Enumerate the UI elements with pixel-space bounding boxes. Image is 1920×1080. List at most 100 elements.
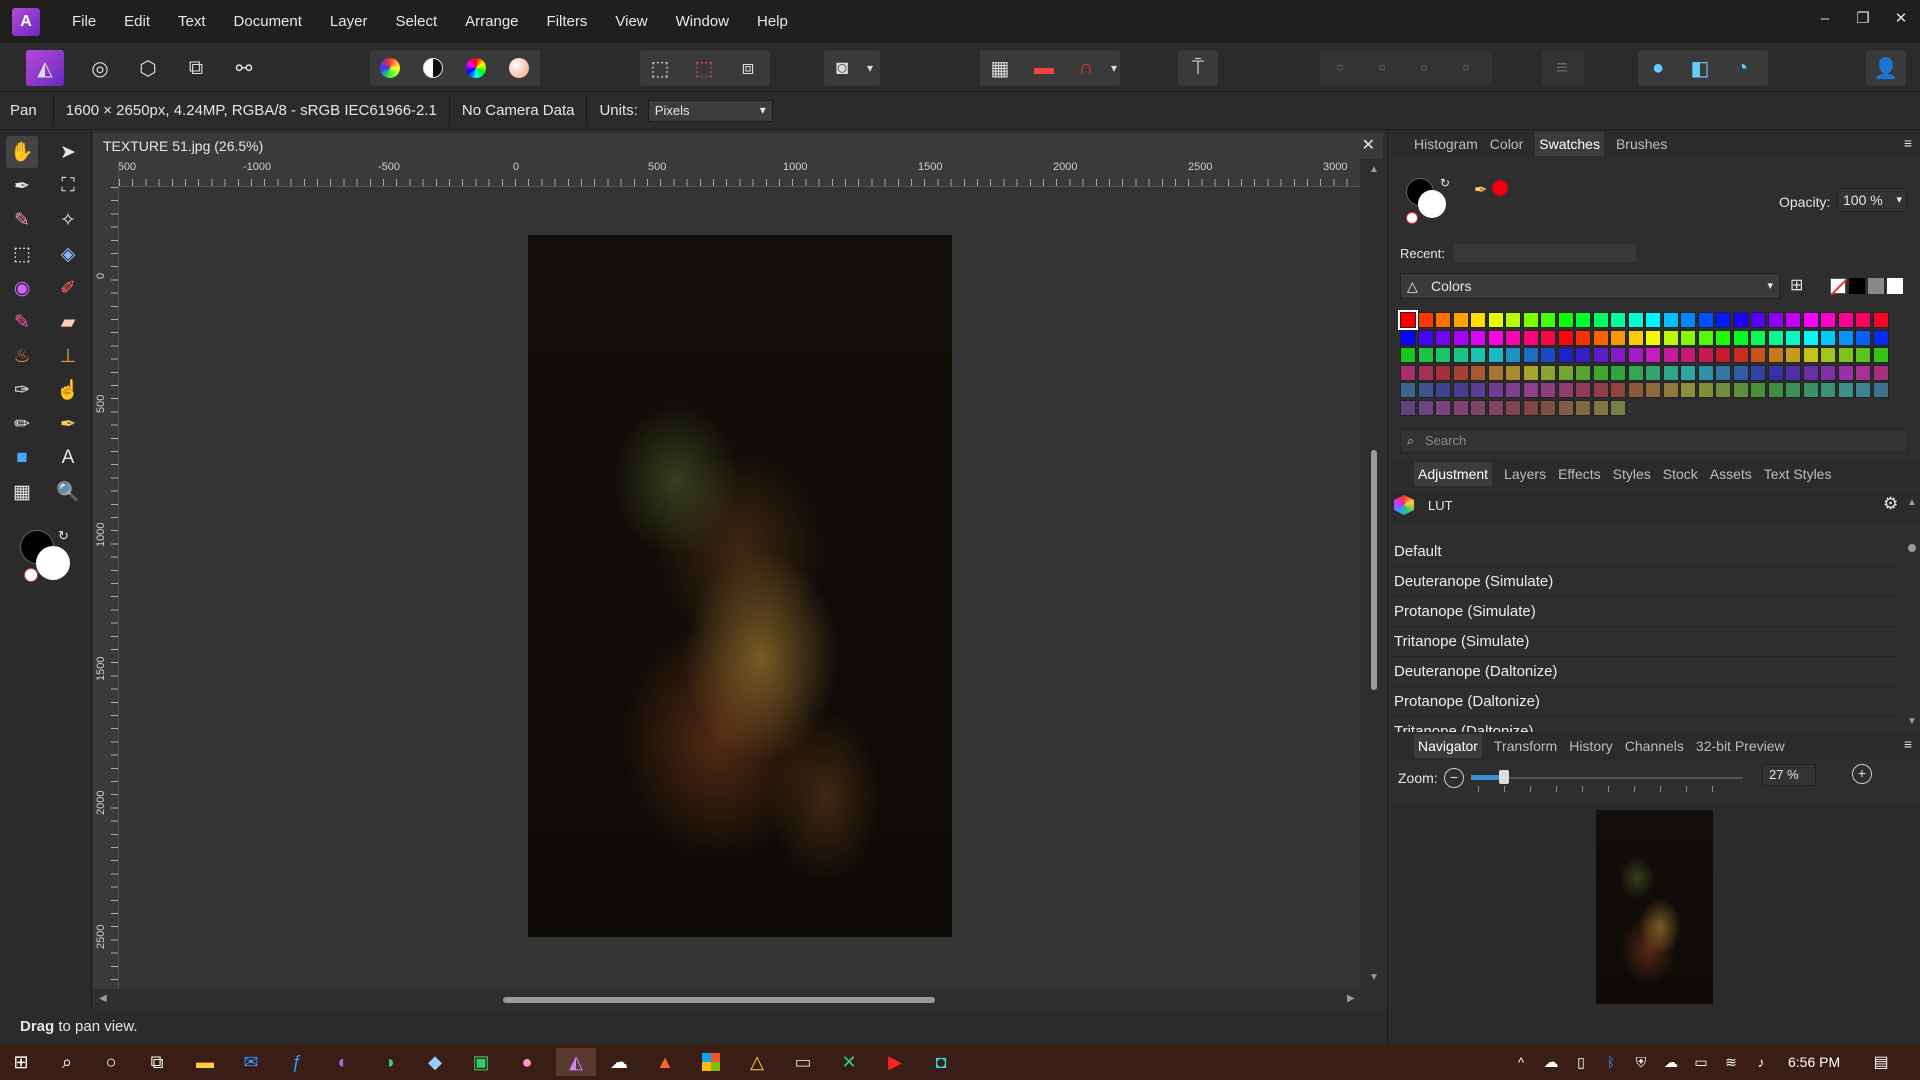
lut-item[interactable]: Protanope (Simulate) bbox=[1388, 597, 1898, 627]
color-swatch[interactable] bbox=[1872, 329, 1889, 346]
pan-tool-icon[interactable]: ✋ bbox=[6, 136, 38, 168]
color-swatch[interactable] bbox=[1820, 364, 1836, 381]
vertical-scrollbar[interactable]: ▲ ▼ bbox=[1368, 160, 1380, 990]
color-swatch[interactable] bbox=[1452, 312, 1469, 328]
palette-select[interactable]: △ Colors ▾ bbox=[1400, 273, 1780, 299]
color-swatch[interactable] bbox=[1400, 399, 1416, 416]
swap-colors-icon[interactable]: ↻ bbox=[58, 528, 69, 544]
color-swatch[interactable] bbox=[1872, 347, 1889, 363]
bottom-panel-menu-icon[interactable]: ≡ bbox=[1904, 736, 1912, 752]
color-swatch[interactable] bbox=[1557, 329, 1574, 346]
color-swatch[interactable] bbox=[1785, 329, 1801, 346]
color-swatch[interactable] bbox=[1662, 329, 1679, 346]
color-swatch[interactable] bbox=[1802, 382, 1819, 398]
lut-item[interactable]: Tritanope (Daltonize) bbox=[1388, 717, 1898, 732]
lut-scroll-up-icon[interactable]: ▲ bbox=[1907, 497, 1917, 508]
tab-assets[interactable]: Assets bbox=[1710, 466, 1752, 482]
tray-usb-icon[interactable]: ▯ bbox=[1566, 1048, 1596, 1076]
color-replacement-tool-icon[interactable]: ◉ bbox=[6, 272, 38, 304]
color-swatch[interactable] bbox=[1557, 312, 1574, 328]
erase-brush-tool-icon[interactable]: ▰ bbox=[52, 306, 84, 338]
eyedropper-icon[interactable]: ✒ bbox=[1474, 180, 1487, 200]
minimize-button[interactable]: – bbox=[1806, 0, 1844, 43]
store-icon[interactable] bbox=[696, 1048, 726, 1076]
color-swatch[interactable] bbox=[1452, 399, 1469, 416]
menu-text[interactable]: Text bbox=[164, 0, 220, 43]
color-swatch[interactable] bbox=[1750, 329, 1766, 346]
color-swatch[interactable] bbox=[1785, 364, 1801, 381]
color-swatch[interactable] bbox=[1715, 347, 1731, 363]
tone-mapping-persona-icon[interactable]: ⧉ bbox=[178, 50, 214, 86]
color-swatch[interactable] bbox=[1645, 312, 1661, 328]
align-icon[interactable]: ≡ bbox=[1544, 50, 1580, 86]
color-swatch[interactable] bbox=[1522, 347, 1539, 363]
crop-tool-icon[interactable]: ⛶ bbox=[52, 170, 84, 202]
color-swatch[interactable] bbox=[1435, 347, 1451, 363]
color-swatch[interactable] bbox=[1592, 312, 1609, 328]
color-swatch[interactable] bbox=[1592, 347, 1609, 363]
invert-selection-icon[interactable]: ⧈ bbox=[730, 50, 766, 86]
text-tool-icon[interactable]: A bbox=[52, 442, 84, 474]
zoom-out-icon[interactable]: − bbox=[1444, 768, 1464, 788]
photo-persona-icon[interactable]: ◭ bbox=[26, 50, 64, 86]
picked-color-swatch[interactable] bbox=[1492, 180, 1508, 196]
color-swatch[interactable] bbox=[1802, 312, 1819, 328]
color-swatch[interactable] bbox=[1575, 382, 1591, 398]
move-top-icon[interactable]: ▫ bbox=[1448, 50, 1484, 86]
color-swatch[interactable] bbox=[1680, 312, 1696, 328]
color-picker-tool-icon[interactable]: ✒ bbox=[6, 170, 38, 202]
auto-contrast-icon[interactable] bbox=[415, 50, 451, 86]
color-swatch[interactable] bbox=[1452, 329, 1469, 346]
color-swatch[interactable] bbox=[1855, 329, 1871, 346]
tab-swatches[interactable]: Swatches bbox=[1535, 132, 1604, 156]
tab-history[interactable]: History bbox=[1569, 738, 1613, 754]
tab-styles[interactable]: Styles bbox=[1613, 466, 1651, 482]
color-swatch[interactable] bbox=[1557, 347, 1574, 363]
color-swatch[interactable] bbox=[1522, 312, 1539, 328]
color-swatch[interactable] bbox=[1522, 329, 1539, 346]
color-swatch[interactable] bbox=[1592, 399, 1609, 416]
color-swatch[interactable] bbox=[1627, 382, 1644, 398]
scroll-down-icon[interactable]: ▼ bbox=[1369, 972, 1379, 983]
scroll-left-icon[interactable]: ◀ bbox=[99, 993, 107, 1004]
burn-brush-tool-icon[interactable]: ♨ bbox=[6, 340, 38, 372]
tab-brushes[interactable]: Brushes bbox=[1616, 136, 1667, 152]
tab-channels[interactable]: Channels bbox=[1625, 738, 1684, 754]
color-swatch[interactable] bbox=[1680, 382, 1696, 398]
color-swatch[interactable] bbox=[1398, 310, 1418, 330]
color-swatch[interactable] bbox=[1645, 347, 1661, 363]
deselect-icon[interactable]: ⬚ bbox=[686, 50, 722, 86]
menu-window[interactable]: Window bbox=[662, 0, 743, 43]
tray-battery-icon[interactable]: ▭ bbox=[1686, 1048, 1716, 1076]
color-swatch[interactable] bbox=[1592, 364, 1609, 381]
color-swatch[interactable] bbox=[1697, 329, 1714, 346]
affinity-photo-logo-icon[interactable]: A bbox=[12, 7, 40, 36]
color-swatch[interactable] bbox=[1715, 364, 1731, 381]
color-swatch[interactable] bbox=[1505, 329, 1521, 346]
color-swatch[interactable] bbox=[1662, 382, 1679, 398]
color-swatch[interactable] bbox=[1575, 399, 1591, 416]
grid-icon[interactable]: ▦ bbox=[982, 50, 1018, 86]
menu-select[interactable]: Select bbox=[381, 0, 451, 43]
tab-navigator[interactable]: Navigator bbox=[1414, 734, 1482, 758]
quick-mask-icon[interactable]: ◙ bbox=[824, 50, 860, 86]
cortana-icon[interactable]: ○ bbox=[96, 1048, 126, 1076]
tray-wifi-icon[interactable]: ≋ bbox=[1716, 1048, 1746, 1076]
lut-item[interactable]: Tritanope (Simulate) bbox=[1388, 627, 1898, 657]
color-swatch[interactable] bbox=[1400, 382, 1416, 398]
flood-select-tool-icon[interactable]: ✧ bbox=[52, 204, 84, 236]
color-swatch[interactable] bbox=[1610, 399, 1626, 416]
color-swatch[interactable] bbox=[1732, 347, 1749, 363]
scroll-up-icon[interactable]: ▲ bbox=[1369, 164, 1379, 175]
move-front-icon[interactable]: ▫ bbox=[1406, 50, 1442, 86]
color-swatch[interactable] bbox=[1435, 364, 1451, 381]
color-swatch[interactable] bbox=[1575, 364, 1591, 381]
facebook-icon[interactable]: ƒ bbox=[282, 1048, 312, 1076]
tab-transform[interactable]: Transform bbox=[1494, 738, 1557, 754]
move-forward-icon[interactable]: ▫ bbox=[1364, 50, 1400, 86]
file-explorer-icon[interactable]: ▬ bbox=[190, 1048, 220, 1076]
color-swatch[interactable] bbox=[1540, 312, 1556, 328]
develop-persona-icon[interactable]: ⬡ bbox=[130, 50, 166, 86]
color-swatch[interactable] bbox=[1732, 382, 1749, 398]
paint-brush-tool-icon[interactable]: ✐ bbox=[52, 272, 84, 304]
